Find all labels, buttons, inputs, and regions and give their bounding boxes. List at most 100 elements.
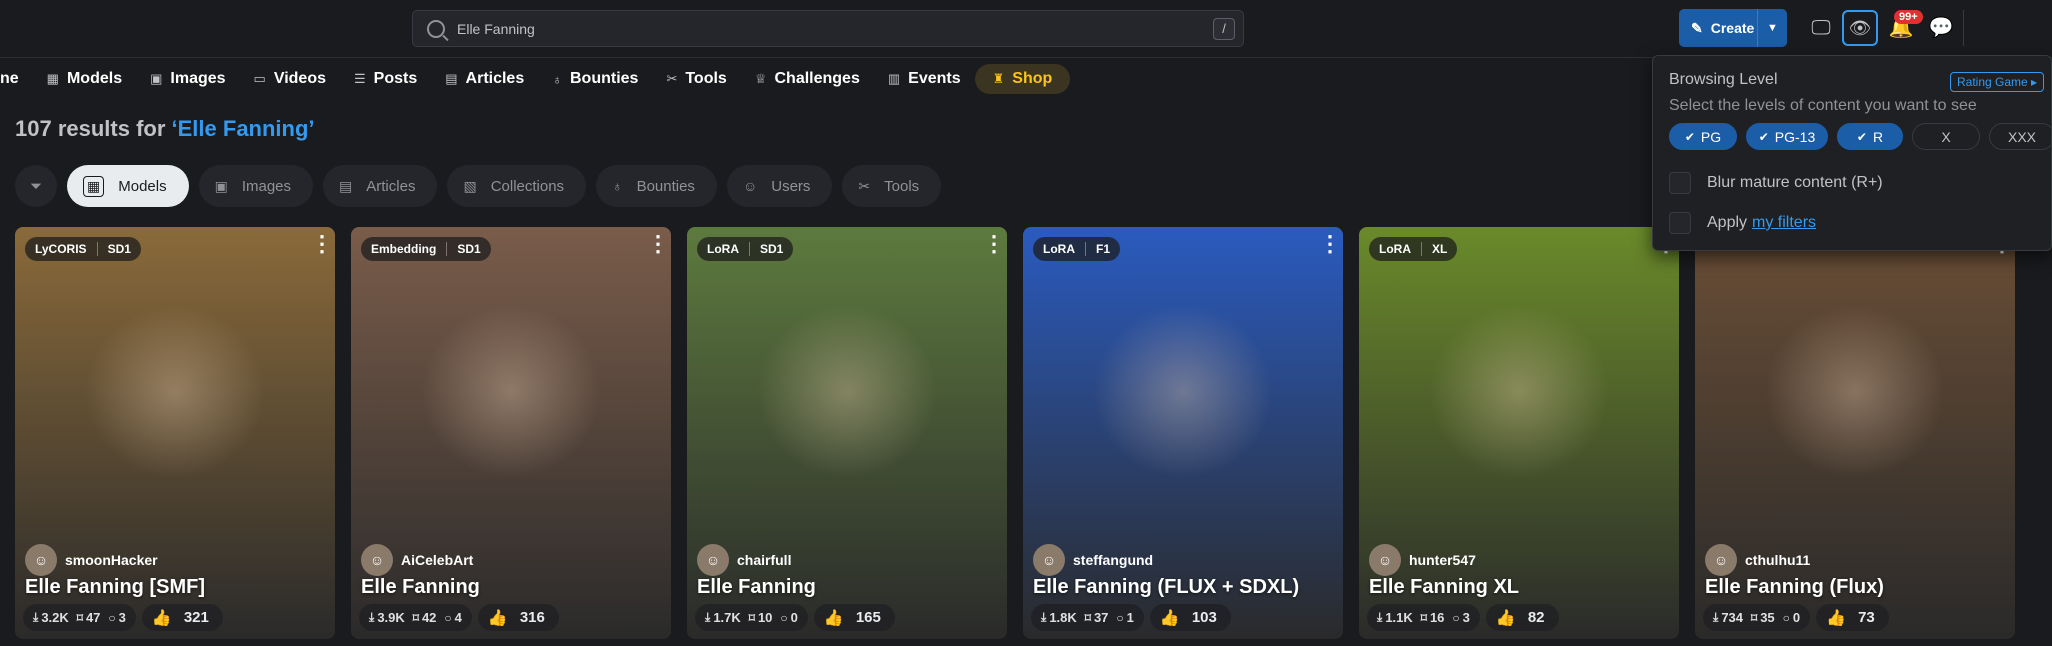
thumbs-up-icon: 👍 (823, 609, 844, 627)
result-type-tabs: ⏷ ▦ Models ▣ Images ▤ Articles ▧ Collections… (15, 165, 951, 207)
model-title[interactable]: Elle Fanning XL (1369, 576, 1519, 599)
level-option-pg[interactable]: ✔ PG (1669, 123, 1737, 150)
avatar[interactable]: ☺ (1705, 544, 1737, 576)
model-title[interactable]: Elle Fanning (361, 576, 480, 599)
blur-option[interactable]: Blur mature content (R+) (1669, 172, 1883, 194)
model-title[interactable]: Elle Fanning [SMF] (25, 576, 205, 599)
nav-item-shop[interactable]: ♜ Shop (974, 64, 1071, 94)
thumbs-up-icon: 👍 (1826, 609, 1847, 627)
creator[interactable]: ☺ chairfull (697, 544, 791, 576)
model-title[interactable]: Elle Fanning (697, 576, 816, 599)
nav-item-posts[interactable]: ☰ Posts (354, 70, 417, 88)
more-options-icon[interactable]: ⋮ (1319, 233, 1341, 255)
thumbs-up-icon: 👍 (151, 609, 172, 627)
monitor-icon[interactable]: 🖵 (1806, 13, 1836, 43)
creator-name[interactable]: cthulhu11 (1745, 552, 1810, 568)
bookmark-icon: ⌑ (1751, 610, 1758, 625)
nav-item-images[interactable]: ▣ Images (150, 70, 225, 88)
creator-name[interactable]: chairfull (737, 552, 791, 568)
chat-icon[interactable]: 💬 (1926, 13, 1956, 43)
creator[interactable]: ☺ steffangund (1033, 544, 1153, 576)
like-badge[interactable]: 👍 165 (813, 604, 895, 631)
model-card[interactable]: LyCORIS SD1 ⋮ ☺ smoonHacker Elle Fanning [SMF… (15, 227, 335, 639)
model-card[interactable]: LoRA F1 ⋮ ☺ steffangund Elle Fanning (FLUX + … (1023, 227, 1343, 639)
model-card[interactable]: Embedding SD1 ⋮ ☺ AiCelebArt Elle Fanning ⤓3.9… (351, 227, 671, 639)
level-option-x[interactable]: X (1912, 123, 1980, 150)
avatar[interactable]: ☺ (1033, 544, 1065, 576)
level-option-r[interactable]: ✔ R (1837, 123, 1903, 150)
model-card[interactable]: LoRAXL⋮☺hunter547Elle Fanning XL⤓1.1K⌑16… (1359, 227, 1679, 639)
model-card[interactable]: ⋮☺cthulhu11Elle Fanning (Flux)⤓734⌑35○0👍… (1695, 227, 2015, 639)
nav-item-bounties[interactable]: ♁ Bounties (552, 70, 638, 88)
browsing-level-button[interactable]: 👁 (1842, 10, 1878, 46)
like-badge[interactable]: 👍 316 (477, 604, 559, 631)
nav-item-models[interactable]: ▦ Models (47, 70, 122, 88)
avatar[interactable]: ☺ (361, 544, 393, 576)
nav-item-challenges[interactable]: ♕ Challenges (755, 70, 860, 88)
tab-collections[interactable]: ▧ Collections (447, 165, 587, 207)
avatar[interactable]: ☺ (697, 544, 729, 576)
tab-bounties[interactable]: ♁ Bounties (596, 165, 717, 207)
more-options-icon[interactable]: ⋮ (311, 233, 333, 255)
model-stats: ⤓ 734 ⌑ 35 ○ 0 👍 73 (1703, 604, 1889, 631)
trophy-icon: ♕ (754, 71, 767, 86)
blur-checkbox[interactable] (1669, 172, 1691, 194)
search-input[interactable] (457, 20, 1197, 37)
creator[interactable]: ☺ cthulhu11 (1705, 544, 1810, 576)
users-icon: ☺ (742, 178, 758, 194)
apply-filters-checkbox[interactable] (1669, 212, 1691, 234)
comment-icon: ○ (1452, 610, 1460, 625)
like-badge[interactable]: 👍 103 (1149, 604, 1231, 631)
like-badge[interactable]: 👍 321 (141, 604, 223, 631)
avatar[interactable]: ☺ (25, 544, 57, 576)
collect-count: 35 (1760, 610, 1775, 625)
model-stats: ⤓ 1.8K ⌑ 37 ○ 1 👍 103 (1031, 604, 1231, 631)
creator-name[interactable]: AiCelebArt (401, 552, 473, 568)
video-icon: ▭ (253, 71, 266, 86)
results-heading: 107 results for ‘Elle Fanning’ (15, 116, 315, 141)
tab-tools[interactable]: ✂ Tools (842, 165, 942, 207)
model-title[interactable]: Elle Fanning (FLUX + SDXL) (1033, 576, 1299, 599)
model-badges: LoRA XL (1369, 237, 1458, 261)
level-option-xxx[interactable]: XXX (1989, 123, 2052, 150)
base-model-badge: SD1 (446, 242, 490, 256)
like-badge[interactable]: 👍 82 (1485, 604, 1559, 631)
bookmark-icon: ⌑ (1084, 610, 1091, 625)
level-option-pg-13[interactable]: ✔ PG-13 (1746, 123, 1828, 150)
create-button[interactable]: ✎ Create ▼ (1679, 9, 1787, 47)
tab-models[interactable]: ▦ Models (67, 165, 189, 207)
filter-button[interactable]: ⏷ (15, 165, 57, 207)
nav-item-videos[interactable]: ▭ Videos (254, 70, 326, 88)
nav-item-articles[interactable]: ▤ Articles (445, 70, 524, 88)
rating-game-button[interactable]: Rating Game ▸ (1950, 72, 2045, 92)
nav-item-events[interactable]: ▥ Events (888, 70, 961, 88)
comment-icon: ○ (1782, 610, 1790, 625)
creator-name[interactable]: steffangund (1073, 552, 1153, 568)
model-title[interactable]: Elle Fanning (Flux) (1705, 576, 1884, 599)
check-icon: ✔ (1684, 129, 1695, 144)
nav-item-home[interactable]: ne (0, 70, 19, 88)
tab-users[interactable]: ☺ Users (726, 165, 833, 207)
creator-name[interactable]: hunter547 (1409, 552, 1476, 568)
more-options-icon[interactable]: ⋮ (983, 233, 1005, 255)
avatar[interactable]: ☺ (1369, 544, 1401, 576)
stat-group: ⤓ 3.2K ⌑ 47 ○ 3 (23, 604, 136, 631)
like-badge[interactable]: 👍 73 (1816, 604, 1889, 631)
more-options-icon[interactable]: ⋮ (647, 233, 669, 255)
creator[interactable]: ☺ hunter547 (1369, 544, 1476, 576)
my-filters-link[interactable]: my filters (1752, 214, 1816, 232)
download-count: 3.2K (41, 610, 69, 625)
tab-images[interactable]: ▣ Images (198, 165, 314, 207)
check-icon: ✔ (1856, 129, 1867, 144)
apply-filters-option[interactable]: Apply my filters (1669, 212, 1816, 234)
comment-count: 3 (118, 610, 126, 625)
search-bar[interactable]: / (412, 10, 1244, 47)
collection-icon: ▧ (463, 177, 477, 194)
chevron-down-icon[interactable]: ▼ (1757, 9, 1787, 47)
nav-item-tools[interactable]: ✂ Tools (666, 70, 726, 88)
creator-name[interactable]: smoonHacker (65, 552, 158, 568)
creator[interactable]: ☺ AiCelebArt (361, 544, 473, 576)
tab-articles[interactable]: ▤ Articles (323, 165, 438, 207)
model-card[interactable]: LoRA SD1 ⋮ ☺ chairfull Elle Fanning ⤓1.7K ⌑10 ○0… (687, 227, 1007, 639)
creator[interactable]: ☺ smoonHacker (25, 544, 158, 576)
